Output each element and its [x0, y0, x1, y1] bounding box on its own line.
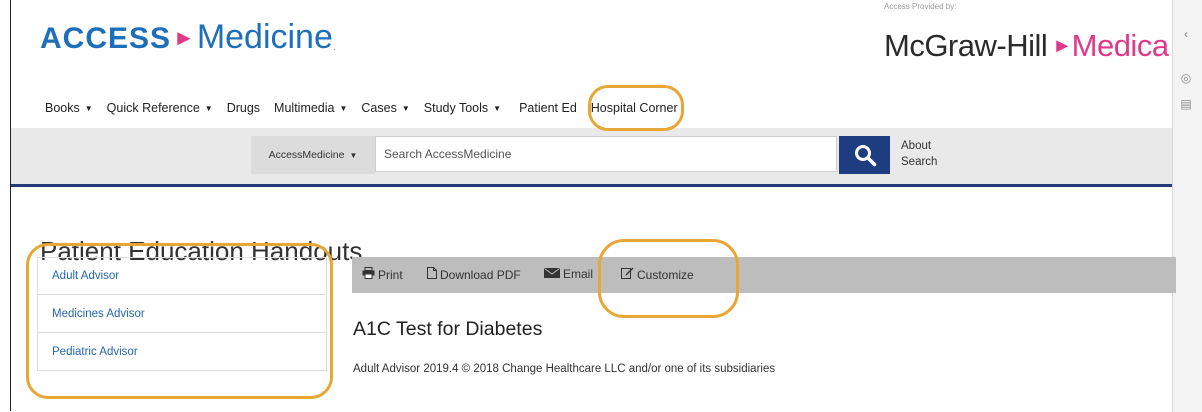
panel-icon[interactable]: ▤: [1176, 94, 1196, 114]
nav-item-multimedia[interactable]: Multimedia ▼: [274, 101, 347, 115]
nav-label: Multimedia: [274, 101, 335, 115]
download-pdf-button[interactable]: Download PDF: [427, 267, 521, 282]
nav-item-study-tools[interactable]: Study Tools ▼: [424, 101, 501, 115]
logo-arrow-icon: ►: [1047, 35, 1072, 57]
logo-text-medicine: Medicine: [196, 18, 333, 56]
logo-text-mcgraw-hill: McGraw-Hill: [884, 28, 1048, 63]
article-title: A1C Test for Diabetes: [353, 318, 543, 340]
search-input[interactable]: [375, 136, 837, 172]
header-divider: [11, 184, 1172, 187]
logo-arrow-icon: ►: [173, 25, 195, 50]
caret-down-icon: ▼: [339, 103, 348, 113]
provided-by-label: Access Provided by:: [884, 2, 957, 11]
search-button[interactable]: [839, 136, 890, 174]
nav-label: Drugs: [226, 101, 261, 115]
search-scope-label: AccessMedicine: [268, 149, 345, 161]
print-button[interactable]: Print: [362, 267, 403, 282]
logo-text-medical: Medica: [1071, 28, 1169, 63]
logo-text-access: ACCESS: [40, 22, 172, 55]
highlight-advisor-sidebar: [26, 243, 333, 399]
nav-label: Study Tools: [423, 101, 489, 115]
nav-item-quick-reference[interactable]: Quick Reference ▼: [107, 101, 213, 115]
article-toolbar: Print Download PDF Email Customize: [352, 257, 1176, 293]
nav-label: Cases: [361, 101, 397, 115]
caret-down-icon: ▼: [401, 103, 410, 113]
nav-item-books[interactable]: Books ▼: [45, 101, 93, 115]
search-scope-select[interactable]: AccessMedicine ▼: [251, 136, 375, 174]
nav-item-cases[interactable]: Cases ▼: [361, 101, 409, 115]
browser-side-panel: [1172, 0, 1202, 412]
envelope-icon: [544, 267, 560, 281]
chevron-left-icon[interactable]: ‹: [1176, 24, 1196, 44]
printer-icon: [362, 267, 375, 282]
highlight-patient-ed: [588, 85, 684, 131]
pdf-file-icon: [427, 267, 437, 282]
highlight-customize: [598, 239, 739, 318]
download-pdf-label: Download PDF: [440, 267, 521, 282]
nav-item-patient-ed[interactable]: Patient Ed: [519, 101, 577, 115]
email-label: Email: [563, 267, 594, 281]
mcgraw-hill-medical-logo[interactable]: McGraw-Hill ►Medica: [884, 28, 1169, 64]
nav-item-drugs[interactable]: Drugs: [227, 101, 260, 115]
about-search-line1: About: [901, 140, 932, 152]
about-search-link[interactable]: About Search: [901, 138, 961, 170]
nav-label: Patient Ed: [519, 101, 577, 115]
nav-label: Books: [45, 101, 80, 115]
caret-down-icon: ▼: [349, 150, 358, 160]
eye-icon[interactable]: ◎: [1176, 68, 1196, 88]
print-label: Print: [378, 267, 403, 282]
nav-label: Quick Reference: [106, 101, 200, 115]
email-button[interactable]: Email: [544, 267, 593, 281]
about-search-line2: Search: [901, 156, 938, 168]
caret-down-icon: ▼: [493, 103, 502, 113]
accessmedicine-logo[interactable]: ACCESS►Medicine.: [40, 18, 336, 57]
logo-dot: .: [332, 42, 336, 53]
caret-down-icon: ▼: [204, 103, 213, 113]
search-icon: [854, 145, 876, 167]
article-meta: Adult Advisor 2019.4 © 2018 Change Healt…: [353, 363, 776, 375]
caret-down-icon: ▼: [84, 103, 93, 113]
